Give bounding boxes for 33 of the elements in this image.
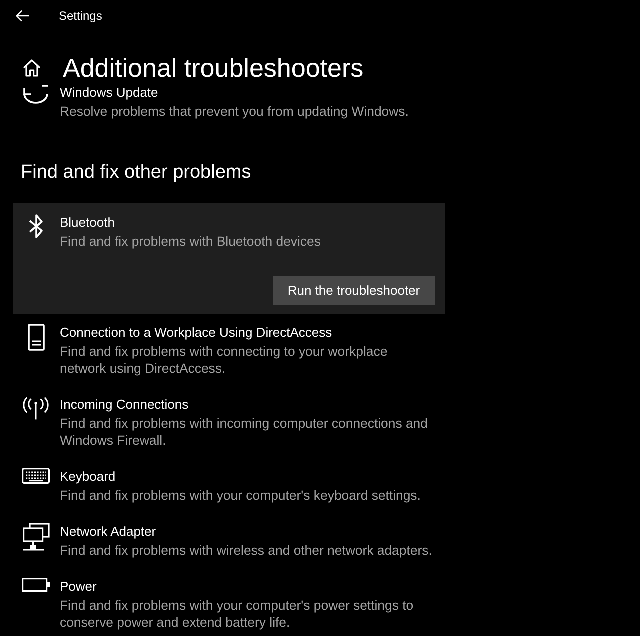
item-title: Bluetooth — [60, 214, 116, 232]
page-title: Additional troubleshooters — [63, 53, 364, 83]
troubleshooter-item[interactable]: Network Adapter Find and fix problems with wireless and other network adapters. — [13, 513, 445, 568]
troubleshooter-item[interactable]: Keyboard Find and fix problems with your computer's keyboard settings. — [13, 458, 445, 513]
section-heading: Find and fix other problems — [21, 161, 252, 185]
item-description: Find and fix problems with connecting to your workplace network using DirectAccess. — [60, 343, 389, 377]
item-description: Find and fix problems with Bluetooth devices — [60, 233, 322, 250]
item-title: Keyboard — [60, 468, 117, 486]
home-icon[interactable] — [23, 59, 41, 77]
item-description: Find and fix problems with wireless and other network adapters. — [60, 542, 433, 559]
phone-icon — [28, 324, 44, 351]
app-title: Settings — [59, 9, 102, 23]
troubleshooter-item[interactable]: Incoming Connections Find and fix problems with incoming computer connections and Windows Firewall. — [13, 386, 445, 458]
item-description: Find and fix problems with incoming computer connections and Windows Firewall. — [60, 415, 429, 449]
battery-icon — [22, 578, 50, 592]
run-troubleshooter-button[interactable]: Run the troubleshooter — [273, 276, 435, 305]
item-title: Connection to a Workplace Using DirectAccess — [60, 324, 334, 342]
keyboard-icon — [22, 468, 50, 484]
troubleshooter-item[interactable]: Bluetooth Find and fix problems with Bluetooth devices Run the troubleshooter — [13, 203, 445, 314]
back-icon[interactable] — [16, 10, 30, 22]
refresh-icon — [22, 84, 50, 106]
item-description: Find and fix problems with your computer's power settings to conserve power and extend battery life. — [60, 597, 415, 631]
bluetooth-icon — [28, 214, 44, 239]
item-title: Incoming Connections — [60, 396, 190, 414]
item-description: Resolve problems that prevent you from updating Windows. — [60, 103, 410, 120]
item-title: Windows Update — [60, 84, 160, 102]
item-title: Power — [60, 578, 98, 596]
antenna-icon — [22, 396, 50, 421]
item-title: Network Adapter — [60, 523, 158, 541]
troubleshooter-item[interactable]: Connection to a Workplace Using DirectAccess Find and fix problems with connecting to your workplace network using DirectAccess. — [13, 314, 445, 386]
computers-icon — [22, 523, 50, 551]
item-description: Find and fix problems with your computer's keyboard settings. — [60, 487, 422, 504]
troubleshooter-item[interactable]: Power Find and fix problems with your computer's power settings to conserve power and extend battery life. — [13, 568, 445, 636]
